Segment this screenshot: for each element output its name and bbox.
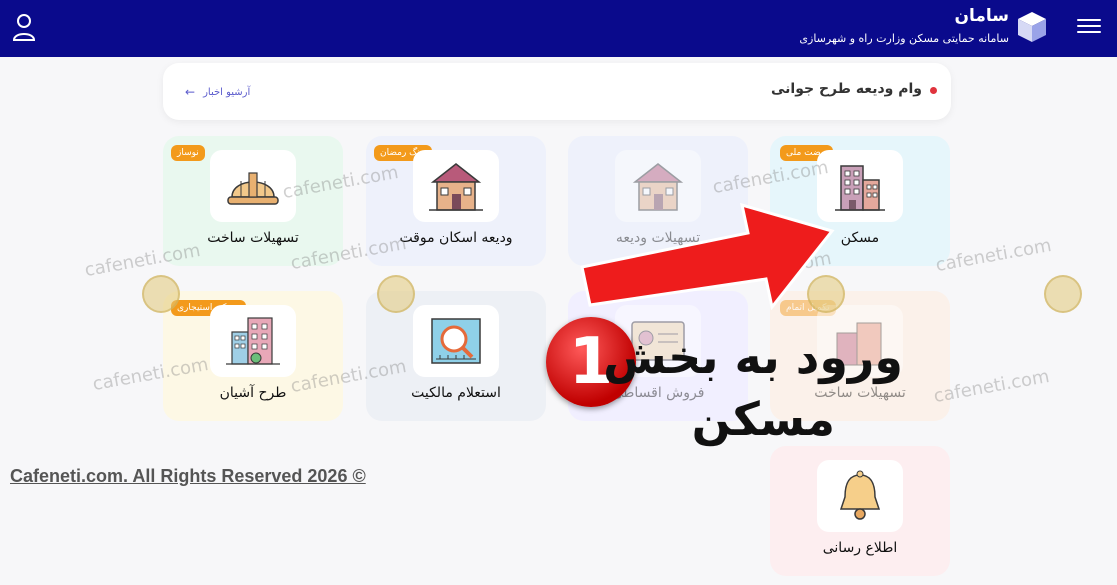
- copyright-text: Cafeneti.com. All Rights Reserved 2026 ©: [10, 466, 366, 486]
- watermark: cafeneti.com: [83, 239, 202, 282]
- bell-icon: [817, 460, 903, 532]
- card-badge: نوساز: [171, 145, 205, 161]
- overlay-text-line2: مسکن: [691, 392, 835, 446]
- card-label: استعلام مالکیت: [411, 385, 501, 401]
- top-header: سامان سامانه حمایتی مسکن وزارت راه و شهر…: [0, 0, 1117, 57]
- app-title: سامان: [954, 6, 1009, 26]
- news-archive-link[interactable]: آرشیو اخبار ←: [185, 85, 250, 99]
- apartment-icon: [210, 305, 296, 377]
- news-title[interactable]: وام ودیعه طرح جوانی: [771, 81, 922, 97]
- archive-label: آرشیو اخبار: [203, 86, 251, 98]
- card-etela-resani[interactable]: اطلاع رسانی: [770, 446, 950, 576]
- cube-logo-icon: [1018, 12, 1046, 42]
- news-bar: وام ودیعه طرح جوانی آرشیو اخبار ←: [163, 63, 951, 120]
- magnifier-icon: [413, 305, 499, 377]
- user-icon[interactable]: [12, 13, 36, 41]
- news-dot-icon: [930, 87, 937, 94]
- card-label: اطلاع رسانی: [822, 540, 898, 556]
- app-subtitle: سامانه حمایتی مسکن وزارت راه و شهرسازی: [799, 32, 1009, 45]
- overlay-text-line1: ورود به بخش: [603, 330, 903, 384]
- watermark: cafeneti.com: [934, 234, 1053, 277]
- seal-icon: [142, 275, 180, 313]
- seal-icon: [377, 275, 415, 313]
- red-arrow-icon: [580, 202, 835, 310]
- arrow-left-icon: ←: [185, 85, 196, 99]
- house-icon: [413, 150, 499, 222]
- seal-icon: [1044, 275, 1082, 313]
- hamburger-icon[interactable]: [1077, 15, 1101, 37]
